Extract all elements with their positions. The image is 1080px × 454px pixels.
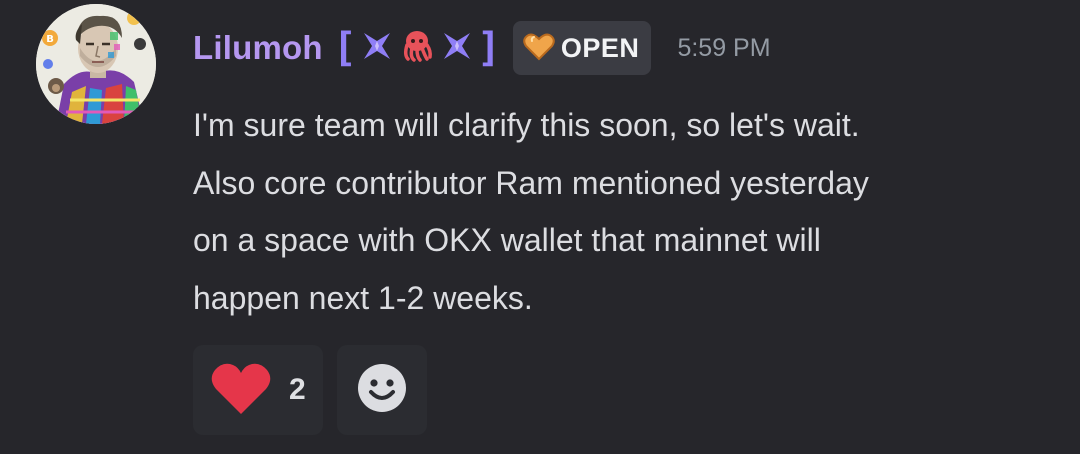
- reaction-heart[interactable]: 2: [193, 345, 323, 435]
- message-line: on a space with OKX wallet that mainnet …: [193, 222, 821, 258]
- clan-tag[interactable]: []: [333, 22, 501, 74]
- message-line: happen next 1-2 weeks.: [193, 279, 533, 316]
- message-header: Lilumoh [] OPEN 5:59 PM: [193, 20, 771, 76]
- reaction-count: 2: [289, 373, 306, 406]
- avatar-portrait-icon: B: [36, 4, 156, 124]
- message-line: Also core contributor Ram mentioned yest…: [193, 164, 869, 201]
- message-line: I'm sure team will clarify this soon, so…: [193, 107, 860, 143]
- reactions-bar: 2: [193, 345, 427, 435]
- cross-star-icon: [440, 29, 474, 68]
- add-reaction-button[interactable]: [337, 345, 427, 435]
- orange-heart-icon: [523, 31, 555, 66]
- octopus-icon: [400, 29, 434, 68]
- message-timestamp[interactable]: 5:59 PM: [677, 34, 770, 63]
- cross-star-icon: [360, 29, 394, 68]
- clan-tag-bracket-open: [: [332, 25, 357, 71]
- status-badge-text: OPEN: [560, 32, 640, 63]
- clan-tag-bracket-close: ]: [476, 25, 501, 71]
- svg-text:B: B: [46, 34, 54, 45]
- message-content: I'm sure team will clarify this soon, so…: [193, 97, 1053, 327]
- username[interactable]: Lilumoh: [193, 29, 323, 67]
- smiley-add-reaction-icon: [356, 362, 408, 419]
- red-heart-icon: [209, 359, 273, 422]
- user-avatar[interactable]: B: [36, 4, 156, 124]
- status-badge[interactable]: OPEN: [512, 21, 652, 75]
